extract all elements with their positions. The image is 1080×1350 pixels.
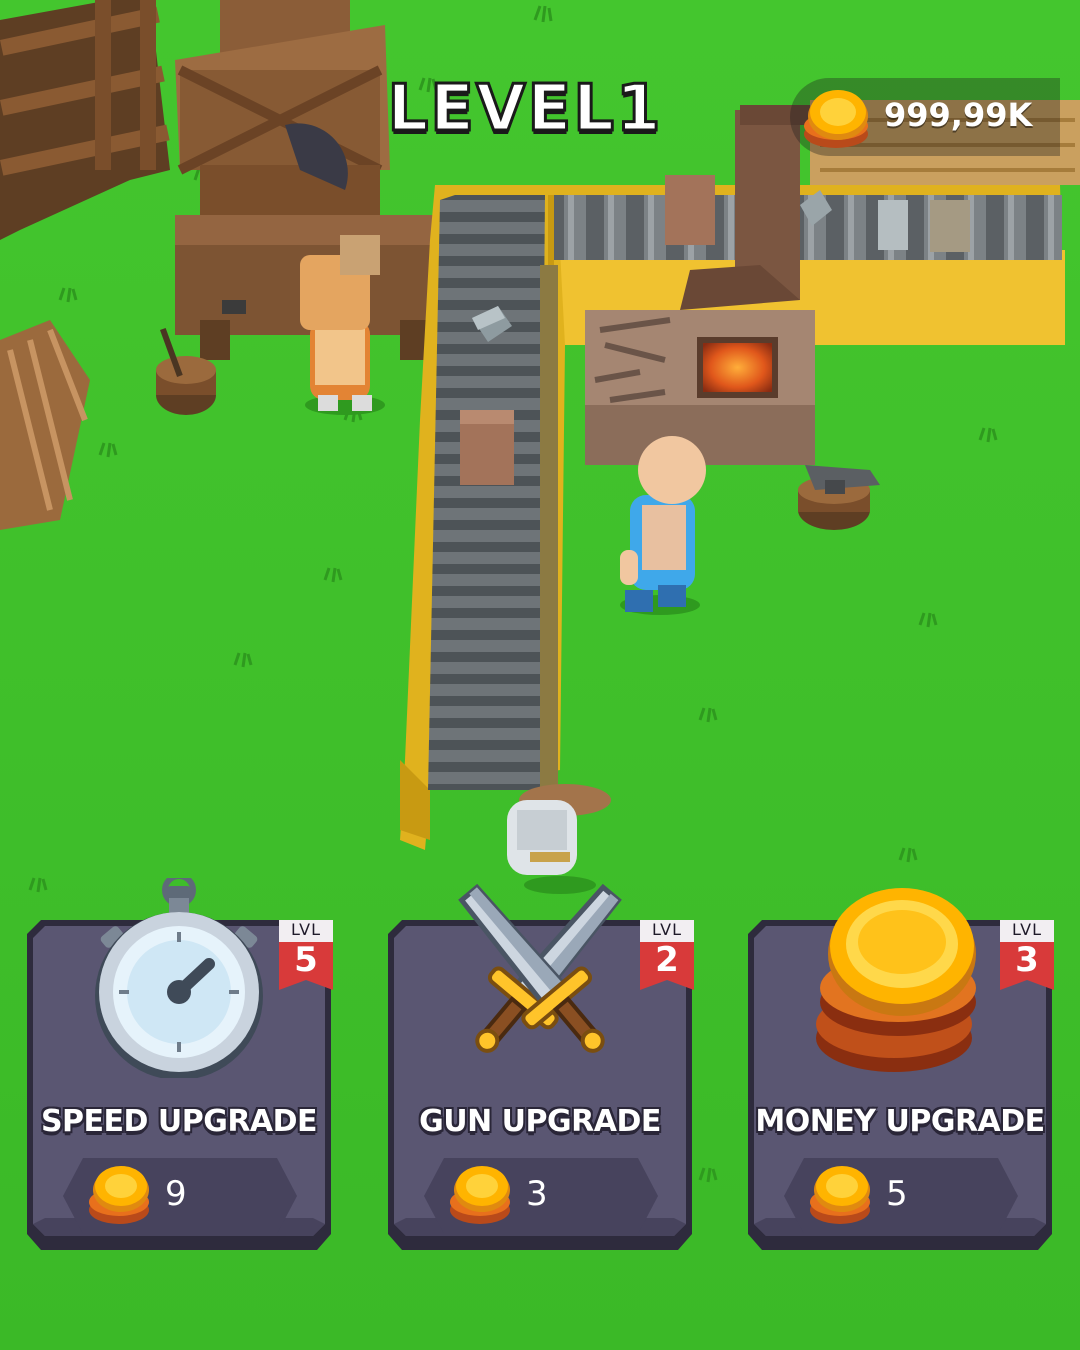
card-title: GUN UPGRADE <box>419 1104 661 1139</box>
gun-upgrade-card[interactable]: LVL 2 GUN UPGRADE 3 <box>388 883 694 1250</box>
crossed-swords-icon <box>430 878 650 1078</box>
coin-stack-icon <box>790 878 1010 1078</box>
stopwatch-icon <box>69 873 289 1080</box>
currency-value: 999,99K <box>884 96 1033 134</box>
coin-stack-icon <box>442 1154 522 1234</box>
money-upgrade-card[interactable]: LVL 3 MONEY UPGRADE 5 <box>748 888 1054 1250</box>
coin-stack-icon <box>796 76 880 160</box>
cost-value: 5 <box>886 1174 908 1214</box>
speed-upgrade-card[interactable]: LVL 5 SPEED UPGRADE 9 <box>27 873 333 1250</box>
card-title: MONEY UPGRADE <box>755 1104 1045 1139</box>
cost-value: 3 <box>526 1174 548 1214</box>
card-title: SPEED UPGRADE <box>40 1104 318 1139</box>
coin-stack-icon <box>81 1154 161 1234</box>
currency-display: 999,99K <box>790 78 1060 156</box>
cost-value: 9 <box>165 1174 187 1214</box>
coin-stack-icon <box>802 1154 882 1234</box>
